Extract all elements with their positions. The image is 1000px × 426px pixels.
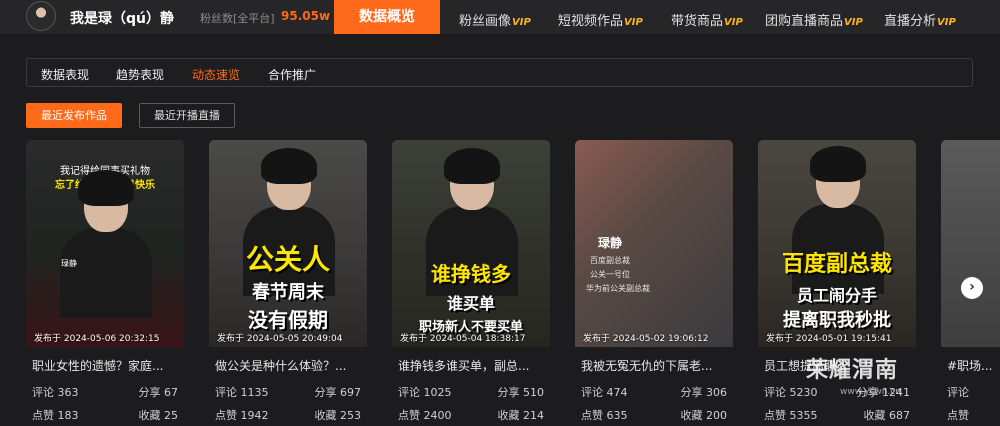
overlay-caption: 没有假期: [248, 308, 328, 332]
like-count: 点赞: [947, 409, 969, 422]
video-card[interactable]: 公关人 春节周末 没有假期 发布于 2024-05-05 20:49:04 做公…: [209, 140, 367, 426]
overlay-caption: 琭静: [61, 259, 77, 268]
overlay-caption: 百度副总裁: [590, 256, 630, 265]
video-title: 职业女性的遗憾？家庭...: [32, 359, 164, 373]
overlay-caption: 公关一号位: [590, 270, 630, 279]
tab-label: 带货商品: [671, 14, 724, 29]
vip-badge: VIP: [724, 17, 743, 28]
overlay-caption: 公关人: [245, 243, 330, 276]
overlay-caption: 提离职我秒批: [783, 310, 891, 331]
overlay-caption: 员工闹分手: [796, 286, 877, 305]
recent-works-button[interactable]: 最近发布作品: [26, 103, 122, 128]
top-nav-bar: 我是琭（qú）静 粉丝数[全平台] 95.05w 数据概览 粉丝画像VIP 短视…: [0, 0, 1000, 34]
comment-count: 评论: [947, 386, 969, 399]
publish-date: 发布于 2024-05-02 19:06:12: [583, 334, 709, 344]
carousel-next-button[interactable]: ›: [961, 277, 983, 299]
tab-live-analysis[interactable]: 直播分析VIP: [884, 10, 956, 29]
favorite-count: 收藏 200: [680, 409, 728, 422]
overlay-caption: 琭静: [597, 236, 622, 250]
share-count: 分享 306: [680, 386, 728, 399]
publish-date: 发布于 2024-05-04 18:38:17: [400, 334, 526, 344]
publish-date: 发布于 2024-05-06 20:32:15: [34, 334, 160, 344]
tab-goods[interactable]: 带货商品VIP: [671, 10, 743, 29]
publish-date: 发布于 2024-05-05 20:49:04: [217, 334, 343, 344]
tab-label: 粉丝画像: [459, 14, 512, 29]
sub-tab-bar: 数据表现 趋势表现 动态速览 合作推广: [26, 58, 973, 87]
tab-short-videos[interactable]: 短视频作品VIP: [558, 10, 643, 29]
video-title: 做公关是种什么体验？...: [215, 359, 347, 373]
video-title: 谁挣钱多谁买单，副总...: [398, 359, 530, 373]
comment-count: 评论 5230: [764, 386, 818, 399]
favorite-count: 收藏 687: [863, 409, 911, 422]
like-count: 点赞 183: [32, 409, 79, 422]
comment-count: 评论 363: [32, 386, 79, 399]
chevron-right-icon: ›: [969, 279, 975, 295]
video-card[interactable]: 琭静 百度副总裁 公关一号位 华为前公关副总裁 发布于 2024-05-02 1…: [575, 140, 733, 426]
tab-label: 短视频作品: [558, 14, 624, 29]
tab-fans-profile[interactable]: 粉丝画像VIP: [459, 10, 531, 29]
tab-group-buy-live-goods[interactable]: 团购直播商品VIP: [765, 10, 863, 29]
favorite-count: 收藏 25: [138, 409, 179, 422]
video-thumbnail: [941, 140, 1000, 347]
video-thumbnail: 公关人 春节周末 没有假期 发布于 2024-05-05 20:49:04: [209, 140, 367, 347]
share-count: 分享 67: [138, 386, 179, 399]
tab-label: 团购直播商品: [765, 14, 844, 29]
comment-count: 评论 474: [581, 386, 628, 399]
overlay-caption: 春节周末: [252, 282, 324, 303]
overlay-caption: 谁买单: [446, 294, 495, 313]
share-count: 分享 697: [314, 386, 362, 399]
overlay-caption: 华为前公关副总裁: [586, 284, 650, 293]
video-title: 我被无冤无仇的下属老...: [581, 359, 713, 373]
video-title: #职场...: [947, 359, 993, 373]
video-thumbnail: 百度副总裁 员工闹分手 提离职我秒批 发布于 2024-05-01 19:15:…: [758, 140, 916, 347]
subtab-activity-overview[interactable]: 动态速览: [192, 66, 240, 83]
video-thumbnail: 谁挣钱多 谁买单 职场新人不要买单 发布于 2024-05-04 18:38:1…: [392, 140, 550, 347]
tab-data-overview[interactable]: 数据概览: [334, 0, 440, 34]
subtab-data-performance[interactable]: 数据表现: [41, 66, 89, 83]
overlay-caption: 百度副总裁: [781, 252, 892, 277]
tab-label: 数据概览: [359, 9, 415, 25]
fans-count-value: 95.05w: [281, 9, 331, 23]
vip-badge: VIP: [937, 17, 956, 28]
fans-count-label: 粉丝数[全平台]: [200, 12, 275, 25]
video-card[interactable]: 谁挣钱多 谁买单 职场新人不要买单 发布于 2024-05-04 18:38:1…: [392, 140, 550, 426]
like-count: 点赞 2400: [398, 409, 452, 422]
avatar[interactable]: [26, 1, 56, 31]
vip-badge: VIP: [624, 17, 643, 28]
subtab-trend-performance[interactable]: 趋势表现: [116, 66, 164, 83]
vip-badge: VIP: [512, 17, 531, 28]
like-count: 点赞 635: [581, 409, 628, 422]
video-thumbnail: 我记得给同事买礼物 忘了给儿子过生日快乐 琭静 发布于 2024-05-06 2…: [26, 140, 184, 347]
publish-date: 发布于 2024-05-01 19:15:41: [766, 334, 892, 344]
video-card[interactable]: 我记得给同事买礼物 忘了给儿子过生日快乐 琭静 发布于 2024-05-06 2…: [26, 140, 184, 426]
video-thumbnail: 琭静 百度副总裁 公关一号位 华为前公关副总裁 发布于 2024-05-02 1…: [575, 140, 733, 347]
watermark-url: www.ycwn.cn: [840, 387, 901, 397]
favorite-count: 收藏 253: [314, 409, 362, 422]
comment-count: 评论 1135: [215, 386, 269, 399]
like-count: 点赞 5355: [764, 409, 818, 422]
like-count: 点赞 1942: [215, 409, 269, 422]
watermark-logo: 荣耀渭南: [806, 358, 899, 383]
user-name: 我是琭（qú）静: [70, 11, 174, 27]
comment-count: 评论 1025: [398, 386, 452, 399]
portrait: [54, 168, 154, 318]
vip-badge: VIP: [844, 17, 863, 28]
share-count: 分享 510: [497, 386, 545, 399]
recent-live-button[interactable]: 最近开播直播: [139, 103, 235, 128]
favorite-count: 收藏 214: [497, 409, 545, 422]
tab-label: 直播分析: [884, 14, 937, 29]
subtab-cooperation[interactable]: 合作推广: [268, 66, 316, 83]
overlay-caption: 谁挣钱多: [431, 262, 511, 286]
